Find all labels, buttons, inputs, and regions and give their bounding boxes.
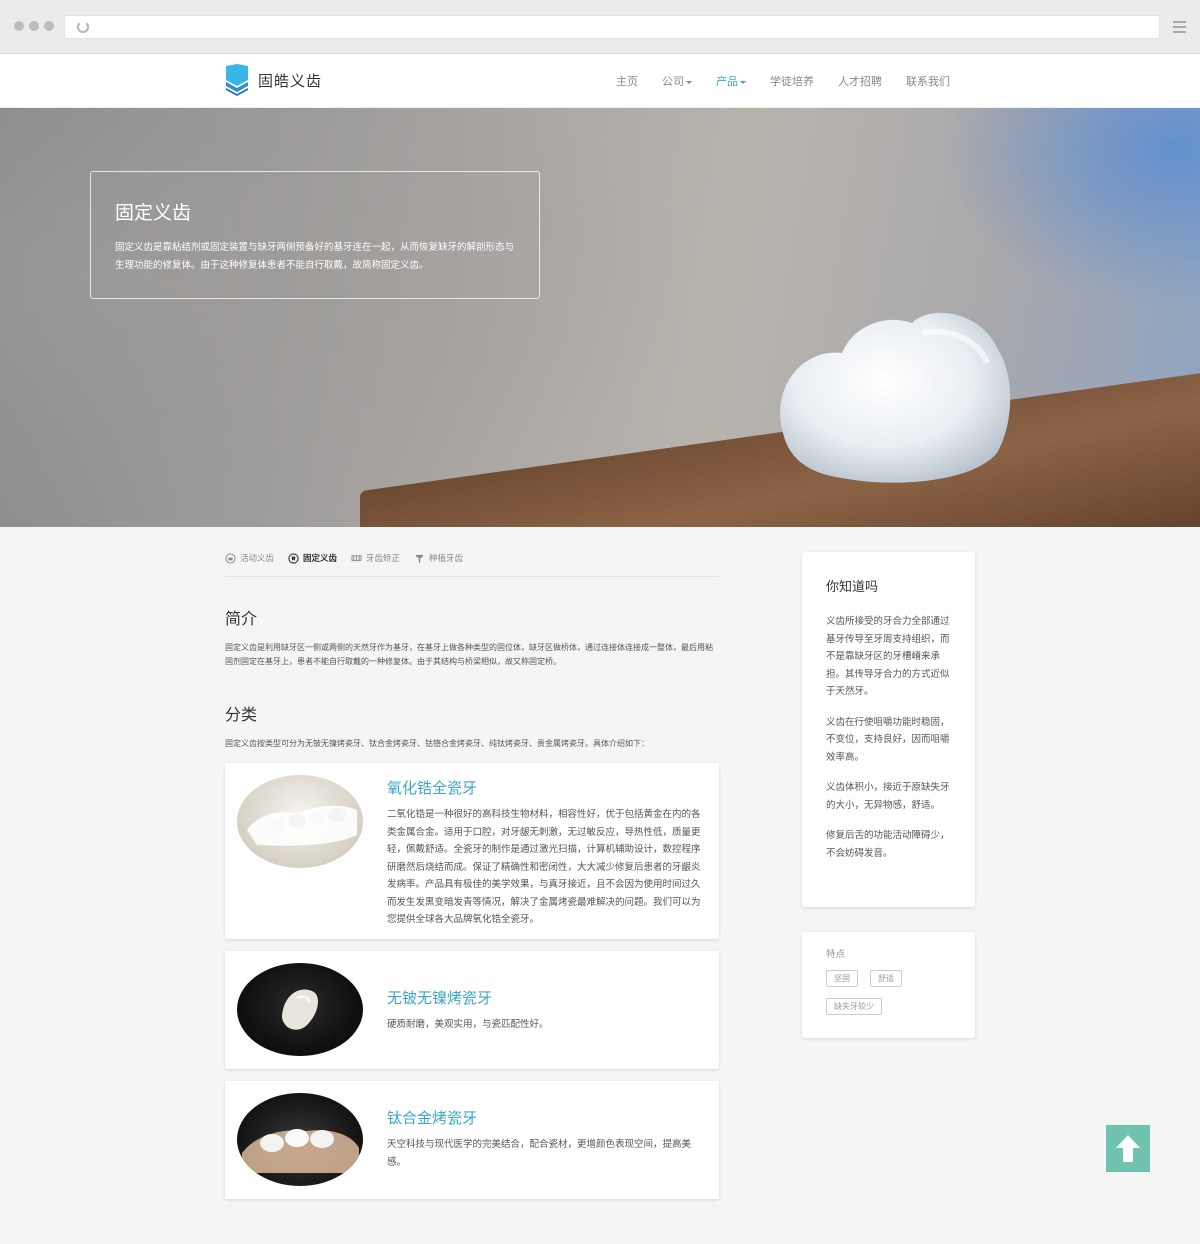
titanium-crown-image <box>237 1093 363 1186</box>
fact-paragraph: 修复后舌的功能活动障碍少，不会妨碍发音。 <box>826 830 950 859</box>
nav-item[interactable]: 产品 <box>716 73 746 89</box>
nav-item[interactable]: 主页 <box>616 73 638 89</box>
main-content: 活动义齿 固定义齿 牙齿矫正 种植牙齿 简介 固定义齿是利用缺牙区一侧或两侧的天然牙作… <box>225 552 719 1199</box>
product-card[interactable]: 氧化锆全瓷牙 二氧化锆是一种很好的高科技生物材料，相容性好，优于包括黄金在内的各… <box>225 763 719 939</box>
site-header: 固皓义齿 主页 公司 产品 学徒培养 人才招聘 联系我们 <box>0 54 1200 108</box>
nickel-free-crown-image <box>237 963 363 1056</box>
nav-item-label: 主页 <box>616 75 638 88</box>
nav-item-label: 人才招聘 <box>838 75 882 88</box>
fact-paragraph: 义齿所接受的牙合力全部通过基牙传导至牙周支持组织，而不是靠缺牙区的牙槽嵴来承担。… <box>826 616 950 697</box>
hero-description: 固定义齿是靠粘结剂或固定装置与缺牙两侧预备好的基牙连在一起，从而恢复缺牙的解剖形… <box>115 242 515 271</box>
logo-icon <box>226 64 248 96</box>
caret-down-icon <box>686 80 692 84</box>
intro-title: 简介 <box>225 609 258 628</box>
feature-tag[interactable]: 坚固 <box>826 970 858 987</box>
fact-paragraph: 义齿在行使咀嚼功能时稳固，不变位，支持良好，因而咀嚼效率高。 <box>826 716 950 763</box>
product-card[interactable]: 钛合金烤瓷牙 天空科技与现代医学的完美结合，配合瓷材，更增颜色表现空间，提高美感… <box>225 1081 719 1199</box>
arrow-up-icon <box>1116 1135 1140 1162</box>
product-description: 天空科技与现代医学的完美结合，配合瓷材，更增颜色表现空间，提高美感。 <box>387 1139 692 1168</box>
product-description: 二氧化锆是一种很好的高科技生物材料，相容性好，优于包括黄金在内的各类金属合金。适… <box>387 809 701 925</box>
reload-icon[interactable] <box>77 21 89 33</box>
product-title[interactable]: 钛合金烤瓷牙 <box>387 1107 707 1128</box>
fixed-denture-icon <box>288 552 299 564</box>
caret-down-icon <box>740 80 746 84</box>
product-tabs: 活动义齿 固定义齿 牙齿矫正 种植牙齿 <box>225 552 719 577</box>
features-panel: 特点 坚固 舒适 缺失牙较少 <box>802 932 975 1038</box>
window-controls[interactable] <box>14 21 54 31</box>
nav-item-label: 学徒培养 <box>770 75 814 88</box>
hero-title: 固定义齿 <box>115 202 192 224</box>
feature-tag[interactable]: 缺失牙较少 <box>826 998 882 1015</box>
features-title: 特点 <box>826 949 846 960</box>
category-title: 分类 <box>225 705 258 724</box>
nav-item[interactable]: 公司 <box>662 73 692 89</box>
feature-tag[interactable]: 舒适 <box>870 970 902 987</box>
nav-item-label: 联系我们 <box>906 75 950 88</box>
nav-item[interactable]: 联系我们 <box>906 73 950 89</box>
dental-crown-image <box>780 312 1011 483</box>
tab-label: 牙齿矫正 <box>366 554 401 564</box>
intro-text: 固定义齿是利用缺牙区一侧或两侧的天然牙作为基牙，在基牙上做各种类型的固位体，缺牙… <box>225 643 713 666</box>
tab-item[interactable]: 活动义齿 <box>225 552 274 564</box>
zirconia-crown-image <box>237 775 363 868</box>
main-nav: 主页 公司 产品 学徒培养 人才招聘 联系我们 <box>616 73 950 89</box>
tab-label: 固定义齿 <box>303 554 338 564</box>
did-you-know-panel: 你知道吗 义齿所接受的牙合力全部通过基牙传导至牙周支持组织，而不是靠缺牙区的牙槽… <box>802 552 975 907</box>
product-description: 硬质耐磨，美观实用，与瓷匹配性好。 <box>387 1019 549 1030</box>
nav-item[interactable]: 学徒培养 <box>770 73 814 89</box>
tab-label: 种植牙齿 <box>429 554 464 564</box>
product-title[interactable]: 氧化锆全瓷牙 <box>387 777 707 798</box>
address-bar[interactable] <box>64 15 1160 39</box>
implant-icon <box>414 553 425 564</box>
braces-icon <box>351 553 362 564</box>
menu-icon[interactable] <box>1173 21 1186 36</box>
category-text: 固定义齿按类型可分为无铍无镍烤瓷牙、钛合金烤瓷牙、钴铬合金烤瓷牙、纯钛烤瓷牙、贵… <box>225 739 649 748</box>
panel-title: 你知道吗 <box>826 580 879 595</box>
nav-item-label: 产品 <box>716 75 738 88</box>
back-to-top-button[interactable] <box>1106 1125 1150 1172</box>
nav-item[interactable]: 人才招聘 <box>838 73 882 89</box>
product-title[interactable]: 无铍无镍烤瓷牙 <box>387 987 549 1008</box>
tab-label: 活动义齿 <box>240 554 275 564</box>
tab-item[interactable]: 种植牙齿 <box>414 552 463 564</box>
fact-paragraph: 义齿体积小，接近于原缺失牙的大小，无异物感，舒适。 <box>826 782 950 811</box>
product-card[interactable]: 无铍无镍烤瓷牙 硬质耐磨，美观实用，与瓷匹配性好。 <box>225 951 719 1069</box>
browser-chrome <box>0 0 1200 54</box>
hero-caption: 固定义齿 固定义齿是靠粘结剂或固定装置与缺牙两侧预备好的基牙连在一起，从而恢复缺… <box>90 171 540 299</box>
nav-item-label: 公司 <box>662 75 684 88</box>
feature-tags: 坚固 舒适 缺失牙较少 <box>826 970 951 1015</box>
tab-item[interactable]: 固定义齿 <box>288 552 337 564</box>
tab-item[interactable]: 牙齿矫正 <box>351 552 400 564</box>
hero-banner: 固定义齿 固定义齿是靠粘结剂或固定装置与缺牙两侧预备好的基牙连在一起，从而恢复缺… <box>0 108 1200 527</box>
removable-denture-icon <box>225 552 236 564</box>
site-logo[interactable]: 固皓义齿 <box>224 64 322 96</box>
logo-text: 固皓义齿 <box>258 71 323 90</box>
